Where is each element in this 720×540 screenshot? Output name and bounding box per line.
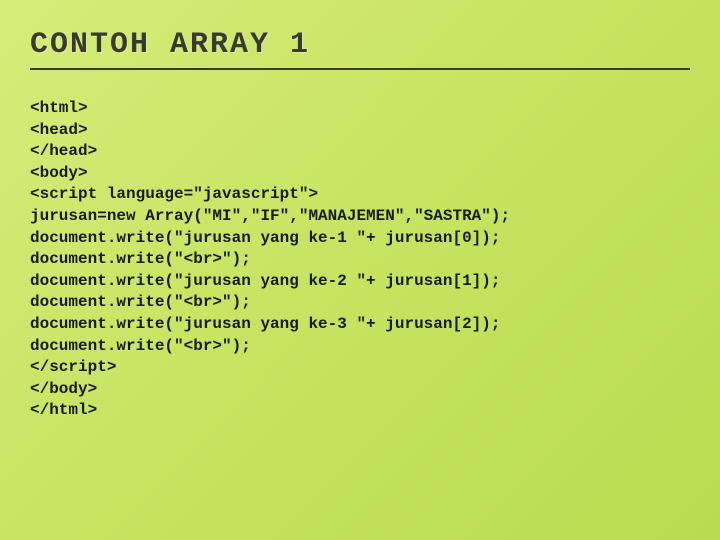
slide-title: CONTOH ARRAY 1 [30,28,690,70]
code-block: <html> <head> </head> <body> <script lan… [30,98,690,422]
